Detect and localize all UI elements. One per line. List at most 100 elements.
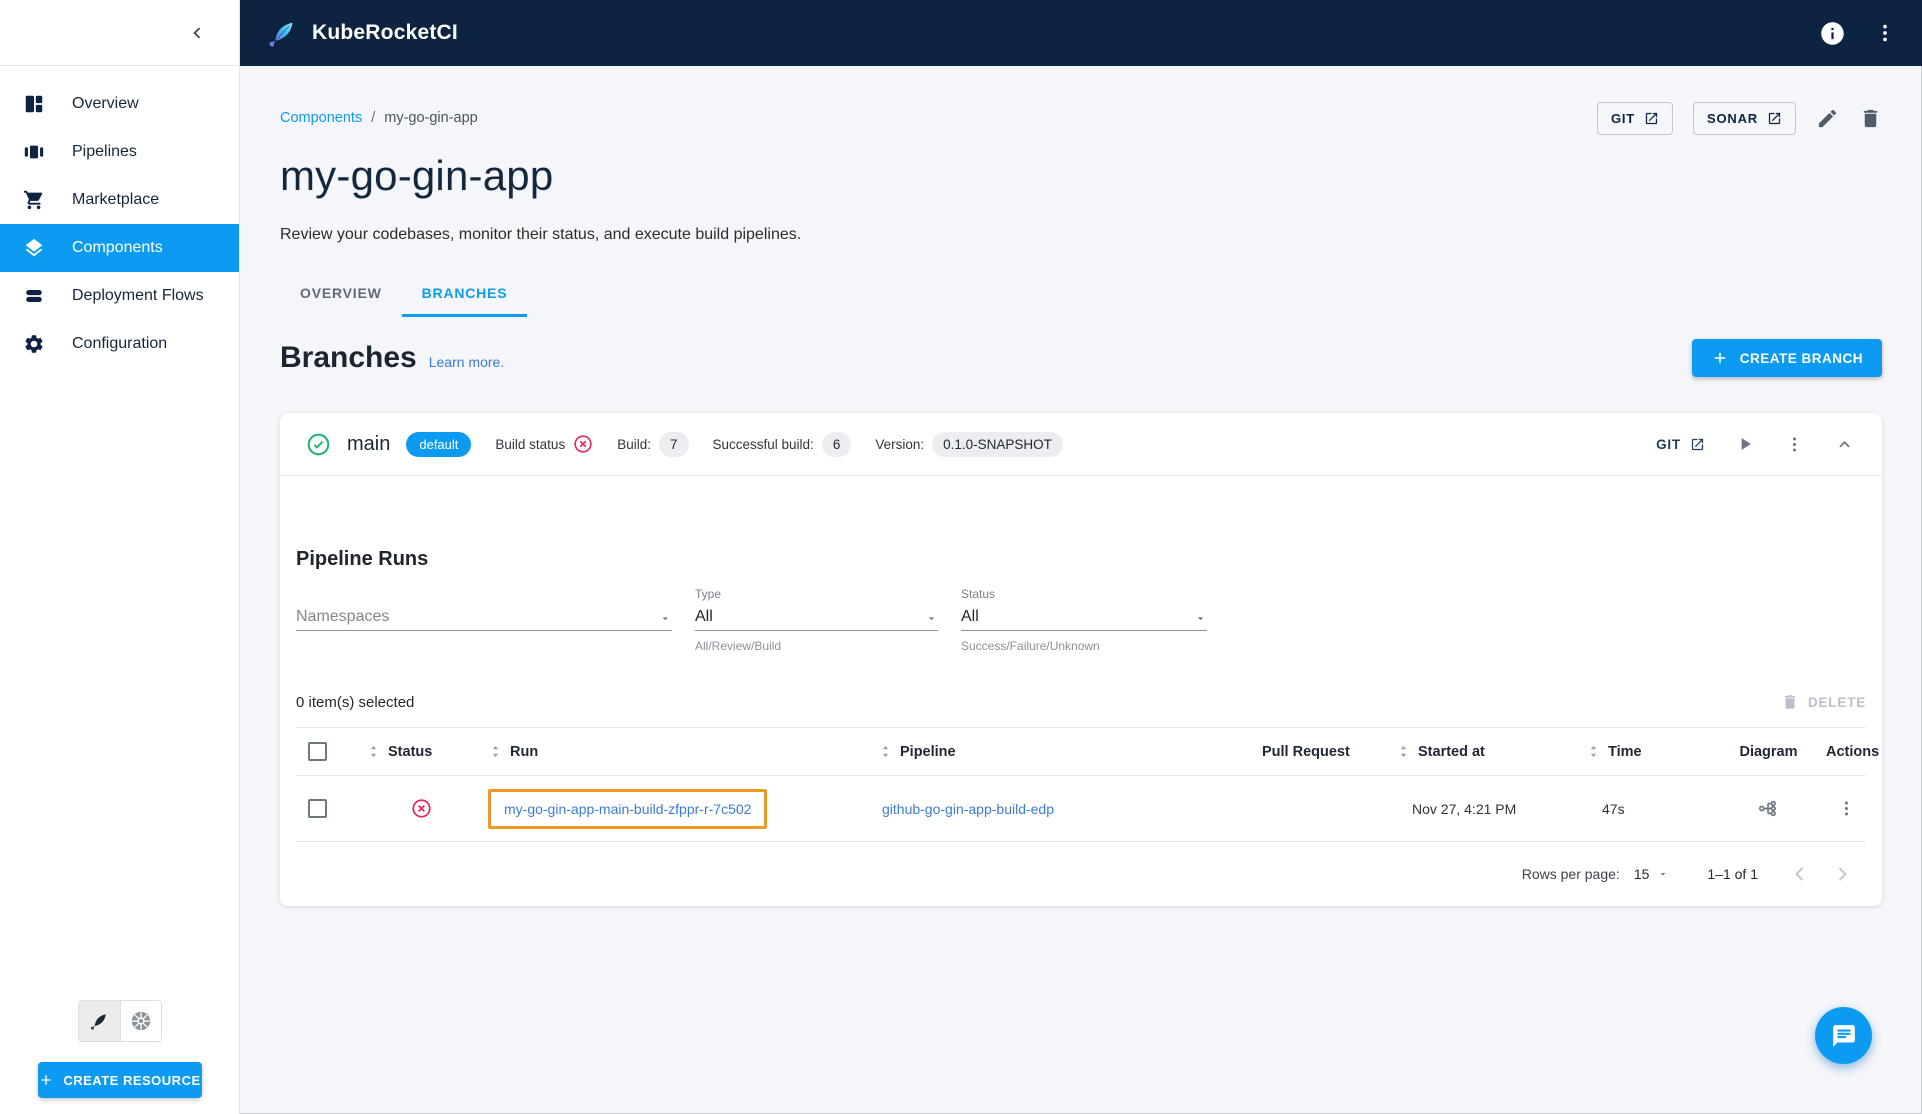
version-meta: Version: 0.1.0-SNAPSHOT xyxy=(875,431,1063,457)
rows-per-page-value: 15 xyxy=(1633,866,1650,882)
create-branch-label: CREATE BRANCH xyxy=(1739,350,1863,366)
table-pagination: Rows per page: 15 1–1 of 1 xyxy=(296,842,1866,906)
status-filter-select[interactable]: All xyxy=(961,604,1207,631)
column-header-actions: Actions xyxy=(1826,743,1880,760)
tab-overview[interactable]: OVERVIEW xyxy=(280,270,402,317)
rocket-logo-icon xyxy=(269,22,293,47)
collapse-branch-button[interactable] xyxy=(1834,434,1855,455)
sonar-button[interactable]: SONAR xyxy=(1693,101,1796,135)
rocket-icon xyxy=(91,1014,106,1030)
delete-component-button[interactable] xyxy=(1859,107,1882,130)
app-window: Overview Pipelines Marketplace Component… xyxy=(0,0,1922,1114)
component-actions: GIT SONAR xyxy=(1596,101,1882,135)
type-filter: Type All All/Review/Build xyxy=(695,587,938,653)
branches-section-header: Branches Learn more. CREATE BRANCH xyxy=(280,339,1882,377)
sidebar-header xyxy=(0,0,239,66)
breadcrumb-current: my-go-gin-app xyxy=(384,110,478,126)
branch-git-button[interactable]: GIT xyxy=(1656,437,1705,452)
namespaces-filter-control[interactable] xyxy=(296,604,672,631)
column-header-run[interactable]: Run xyxy=(476,743,866,760)
sidebar-item-marketplace[interactable]: Marketplace xyxy=(0,176,239,224)
chevron-left-icon xyxy=(1795,867,1804,881)
selection-count-text: 0 item(s) selected xyxy=(296,693,415,711)
delete-selected-button[interactable]: DELETE xyxy=(1781,693,1866,711)
breadcrumb: Components / my-go-gin-app xyxy=(280,110,478,126)
branch-accordion-header[interactable]: main default Build status Build: 7 Succe… xyxy=(280,413,1882,475)
namespaces-input[interactable] xyxy=(296,608,660,626)
external-link-icon xyxy=(1768,112,1781,124)
header-kebab-menu[interactable] xyxy=(1874,22,1896,44)
tab-branches[interactable]: BRANCHES xyxy=(401,270,528,317)
layers-icon xyxy=(22,236,46,260)
previous-page-button[interactable] xyxy=(1788,862,1812,886)
app-header: KubeRocketCI xyxy=(240,0,1922,66)
row-checkbox[interactable] xyxy=(308,799,327,818)
sidebar-collapse-button[interactable] xyxy=(181,17,213,49)
successful-build-meta: Successful build: 6 xyxy=(712,431,852,457)
sidebar-item-configuration[interactable]: Configuration xyxy=(0,320,239,368)
run-name-cell: my-go-gin-app-main-build-zfppr-r-7c502 xyxy=(476,788,866,829)
pipeline-run-link[interactable]: my-go-gin-app-main-build-zfppr-r-7c502 xyxy=(504,801,751,817)
create-resource-button[interactable]: CREATE RESOURCE xyxy=(37,1062,202,1098)
feedback-chat-fab[interactable] xyxy=(1815,1007,1872,1064)
sidebar-item-components[interactable]: Components xyxy=(0,224,239,272)
sidebar-item-label: Configuration xyxy=(72,335,168,352)
dropdown-caret-icon xyxy=(1660,873,1666,876)
version-label: Version: xyxy=(875,436,925,452)
pipeline-runs-panel: Pipeline Runs Type All xyxy=(280,476,1882,906)
diagram-button[interactable] xyxy=(1757,797,1780,820)
edit-component-button[interactable] xyxy=(1816,107,1839,130)
breadcrumb-components-link[interactable]: Components xyxy=(280,110,362,126)
branch-card: main default Build status Build: 7 Succe… xyxy=(280,413,1882,906)
sidebar-item-overview[interactable]: Overview xyxy=(0,80,239,128)
failed-status-icon xyxy=(574,435,592,453)
sidebar-item-label: Components xyxy=(72,239,163,256)
pipeline-runs-filters: Type All All/Review/Build Status All xyxy=(296,587,1866,653)
sidebar-item-pipelines[interactable]: Pipelines xyxy=(0,128,239,176)
type-filter-label: Type xyxy=(695,587,722,601)
build-count-chip: 7 xyxy=(658,431,689,457)
dropdown-caret-icon xyxy=(663,617,669,621)
next-page-button[interactable] xyxy=(1830,862,1854,886)
row-kebab-menu[interactable] xyxy=(1837,799,1856,818)
select-all-checkbox[interactable] xyxy=(308,742,327,761)
page-title: my-go-gin-app xyxy=(280,152,554,199)
brand: KubeRocketCI xyxy=(265,16,458,50)
column-header-status[interactable]: Status xyxy=(366,743,476,760)
pagination-nav xyxy=(1788,862,1854,886)
external-link-icon xyxy=(1645,112,1658,124)
sidebar-item-deployment-flows[interactable]: Deployment Flows xyxy=(0,272,239,320)
sort-icon xyxy=(370,745,377,758)
success-check-icon xyxy=(307,433,330,455)
kuberocketci-view-toggle[interactable] xyxy=(78,1001,120,1041)
breadcrumb-separator: / xyxy=(371,110,376,126)
git-button-label: GIT xyxy=(1610,110,1636,126)
run-status-cell xyxy=(366,798,476,819)
column-header-started-at[interactable]: Started at xyxy=(1396,743,1586,760)
status-filter-helper: Success/Failure/Unknown xyxy=(961,639,1100,653)
successful-build-label: Successful build: xyxy=(712,436,814,452)
rows-per-page-select[interactable]: 15 xyxy=(1634,866,1670,882)
build-status-label: Build status xyxy=(495,436,566,452)
chevron-left-icon xyxy=(193,27,201,38)
pagination-range: 1–1 of 1 xyxy=(1707,866,1758,882)
rows-per-page-label: Rows per page: xyxy=(1521,866,1620,882)
info-button[interactable] xyxy=(1819,20,1846,47)
type-filter-select[interactable]: All xyxy=(695,604,938,631)
run-link-highlight-box: my-go-gin-app-main-build-zfppr-r-7c502 xyxy=(488,788,768,829)
pipeline-link[interactable]: github-go-gin-app-build-edp xyxy=(882,801,1054,817)
build-label: Build: xyxy=(617,436,651,452)
actions-cell xyxy=(1826,799,1866,818)
learn-more-link[interactable]: Learn more. xyxy=(429,354,504,370)
dashboard-icon xyxy=(22,92,46,116)
kubernetes-view-toggle[interactable] xyxy=(119,1001,161,1041)
create-branch-button[interactable]: CREATE BRANCH xyxy=(1691,339,1882,377)
trigger-build-button[interactable] xyxy=(1735,434,1755,454)
git-button[interactable]: GIT xyxy=(1596,101,1674,135)
kubernetes-icon xyxy=(131,1011,150,1031)
header-actions xyxy=(1819,20,1896,47)
column-header-pipeline[interactable]: Pipeline xyxy=(866,743,1246,760)
branch-name: main xyxy=(347,432,391,455)
column-header-time[interactable]: Time xyxy=(1586,743,1711,760)
branch-kebab-menu[interactable] xyxy=(1785,435,1804,454)
